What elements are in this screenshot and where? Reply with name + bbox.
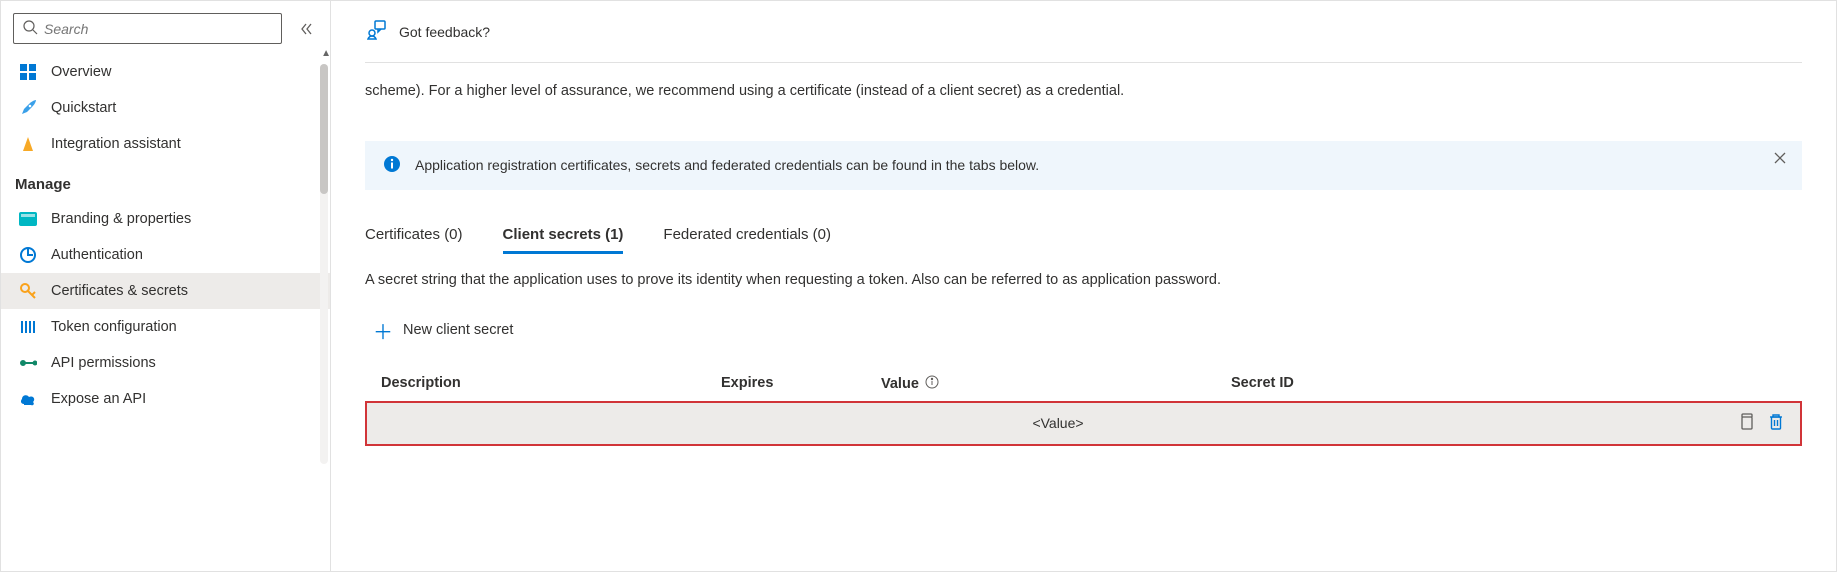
token-icon <box>19 318 37 336</box>
sidebar-item-label: Branding & properties <box>51 211 191 227</box>
sidebar-item-label: Authentication <box>51 247 143 263</box>
sidebar-item-certificates-secrets[interactable]: Certificates & secrets <box>1 273 330 309</box>
cell-value: <Value> <box>883 415 1233 431</box>
search-box[interactable] <box>13 13 282 44</box>
sidebar-item-label: Quickstart <box>51 100 116 116</box>
sidebar-item-integration-assistant[interactable]: Integration assistant <box>1 126 330 162</box>
sidebar-item-branding[interactable]: Branding & properties <box>1 201 330 237</box>
sidebar: ▲ Overview Quickstart Integration assist… <box>1 1 331 571</box>
branding-icon <box>19 210 37 228</box>
col-value: Value <box>881 375 1231 393</box>
table-row[interactable]: <Value> <box>365 401 1802 446</box>
cloud-icon <box>19 390 37 408</box>
sidebar-item-label: Token configuration <box>51 319 177 335</box>
feedback-label: Got feedback? <box>399 24 490 40</box>
sidebar-item-quickstart[interactable]: Quickstart <box>1 90 330 126</box>
grid-icon <box>19 63 37 81</box>
sidebar-item-expose-api[interactable]: Expose an API <box>1 381 330 417</box>
sidebar-item-token-configuration[interactable]: Token configuration <box>1 309 330 345</box>
plus-icon: ＋ <box>373 316 393 345</box>
search-icon <box>22 19 38 38</box>
sidebar-item-label: API permissions <box>51 355 156 371</box>
help-text: scheme). For a higher level of assurance… <box>365 81 1802 103</box>
tab-description: A secret string that the application use… <box>365 272 1802 288</box>
sidebar-item-label: Expose an API <box>51 391 146 407</box>
tab-client-secrets[interactable]: Client secrets (1) <box>503 226 624 254</box>
auth-icon <box>19 246 37 264</box>
search-input[interactable] <box>44 21 273 37</box>
info-icon <box>383 155 401 176</box>
feedback-icon <box>365 19 387 44</box>
tabs: Certificates (0) Client secrets (1) Fede… <box>365 226 1802 254</box>
collapse-sidebar-button[interactable] <box>294 17 318 41</box>
banner-close-button[interactable] <box>1774 151 1786 167</box>
sidebar-item-label: Integration assistant <box>51 136 181 152</box>
key-icon <box>19 282 37 300</box>
sidebar-item-label: Overview <box>51 64 111 80</box>
assistant-icon <box>19 135 37 153</box>
sidebar-item-overview[interactable]: Overview <box>1 54 330 90</box>
col-description: Description <box>381 375 721 393</box>
rocket-icon <box>19 99 37 117</box>
tab-certificates[interactable]: Certificates (0) <box>365 226 463 254</box>
api-permissions-icon <box>19 354 37 372</box>
banner-text: Application registration certificates, s… <box>415 157 1039 173</box>
sidebar-section-manage: Manage <box>1 162 330 201</box>
tab-federated-credentials[interactable]: Federated credentials (0) <box>663 226 831 254</box>
scrollbar[interactable] <box>320 64 328 464</box>
col-expires: Expires <box>721 375 881 393</box>
sidebar-item-label: Certificates & secrets <box>51 283 188 299</box>
col-secret-id: Secret ID <box>1231 375 1786 393</box>
copy-button[interactable] <box>1738 413 1754 434</box>
sidebar-item-authentication[interactable]: Authentication <box>1 237 330 273</box>
new-secret-label: New client secret <box>403 322 513 338</box>
delete-button[interactable] <box>1768 413 1784 434</box>
sidebar-item-api-permissions[interactable]: API permissions <box>1 345 330 381</box>
secrets-table: Description Expires Value Secret ID <Val… <box>365 367 1802 446</box>
feedback-link[interactable]: Got feedback? <box>365 13 1802 63</box>
new-client-secret-button[interactable]: ＋ New client secret <box>365 310 1802 367</box>
table-header: Description Expires Value Secret ID <box>365 367 1802 401</box>
scroll-up-arrow[interactable]: ▲ <box>321 48 331 59</box>
main-content: Got feedback? scheme). For a higher leve… <box>331 1 1836 571</box>
info-icon[interactable] <box>925 375 939 393</box>
info-banner: Application registration certificates, s… <box>365 141 1802 190</box>
